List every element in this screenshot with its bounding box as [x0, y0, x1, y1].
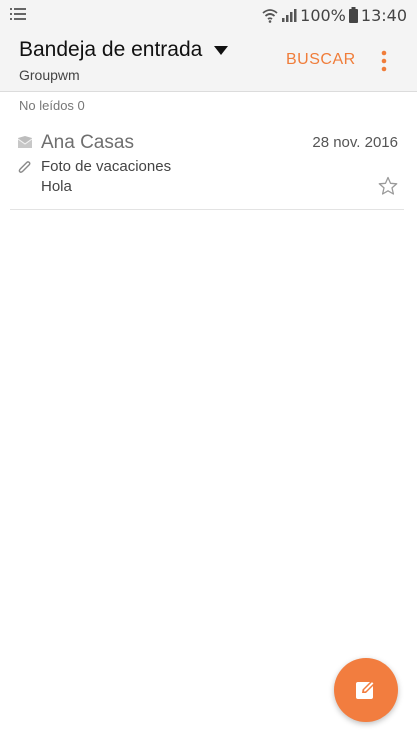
star-icon[interactable]	[378, 176, 398, 196]
folder-title: Bandeja de entrada	[19, 38, 203, 61]
mail-preview: Hola	[41, 178, 72, 195]
sender-name: Ana Casas	[41, 132, 134, 153]
email-app-screen: 100% 13:40 Bandeja de entrada Groupwm BU…	[0, 0, 417, 742]
list-item[interactable]: Ana Casas 28 nov. 2016 Foto de vacacione…	[10, 124, 404, 210]
compose-button[interactable]	[334, 658, 398, 722]
envelope-icon	[18, 136, 32, 148]
notification-list-icon	[10, 8, 26, 20]
app-bar: Bandeja de entrada Groupwm BUSCAR	[0, 30, 417, 92]
wifi-icon	[262, 9, 278, 23]
clock: 13:40	[360, 5, 407, 25]
compose-icon	[356, 680, 375, 699]
unread-section-header: No leídos 0	[19, 98, 85, 113]
dropdown-caret-icon	[214, 45, 229, 55]
search-button[interactable]: BUSCAR	[286, 51, 356, 69]
status-icons: 100% 13:40	[262, 5, 407, 25]
status-bar: 100% 13:40	[0, 0, 417, 30]
folder-selector[interactable]: Bandeja de entrada	[19, 38, 229, 62]
battery-percent: 100%	[300, 5, 346, 25]
battery-icon	[348, 7, 358, 23]
attachment-icon	[18, 161, 31, 173]
mail-subject: Foto de vacaciones	[41, 158, 172, 175]
signal-icon	[282, 9, 297, 22]
account-name: Groupwm	[19, 67, 80, 83]
received-date: 28 nov. 2016	[312, 134, 398, 151]
more-options-icon[interactable]	[375, 50, 393, 72]
